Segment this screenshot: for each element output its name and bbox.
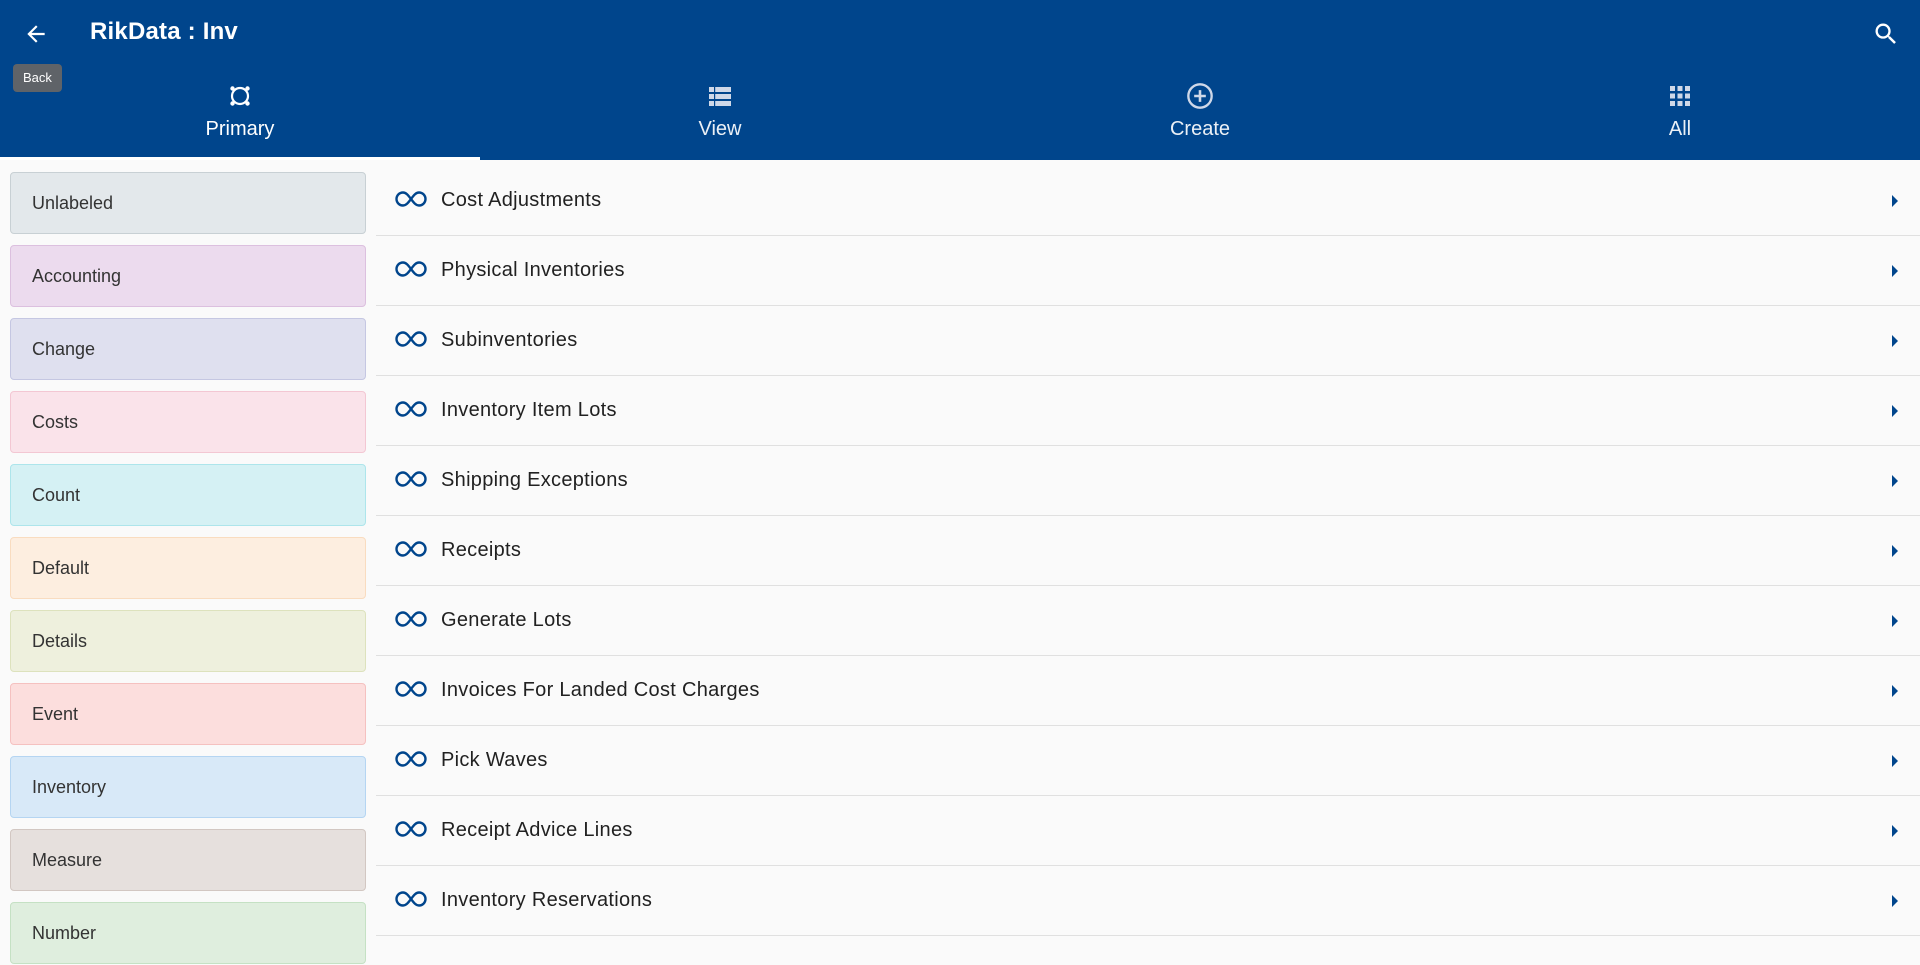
list-item-label: Receipts (441, 539, 522, 561)
list-item-label: Pick Waves (441, 749, 548, 771)
category-chip[interactable]: Change (10, 318, 366, 380)
chevron-right-icon (1892, 895, 1898, 907)
category-chip[interactable]: Unlabeled (10, 172, 366, 234)
link-icon (395, 331, 427, 347)
category-chip[interactable]: Costs (10, 391, 366, 453)
link-icon (395, 821, 427, 837)
category-chip[interactable]: Accounting (10, 245, 366, 307)
list-item-label: Shipping Exceptions (441, 469, 628, 491)
chevron-right-icon (1892, 615, 1898, 627)
category-chip[interactable]: Event (10, 683, 366, 745)
list-item[interactable]: Pick Waves (376, 726, 1920, 796)
link-icon (395, 541, 427, 557)
search-icon (1875, 23, 1896, 44)
back-button[interactable] (14, 14, 58, 54)
category-label: Change (32, 338, 96, 359)
category-chip[interactable]: Inventory (10, 756, 366, 818)
category-label: Costs (32, 411, 79, 432)
category-label: Accounting (32, 265, 122, 286)
list-item[interactable]: Receipt Advice Lines (376, 796, 1920, 866)
chevron-right-icon (1892, 685, 1898, 697)
category-label: Event (32, 703, 79, 724)
category-label: Inventory (32, 776, 107, 797)
relation-list: Cost Adjustments Physical Inventories Su… (376, 166, 1920, 936)
view-list-icon (709, 87, 731, 106)
link-icon (395, 401, 427, 417)
chevron-right-icon (1892, 195, 1898, 207)
category-sidebar: Unlabeled Accounting Change Costs Count … (0, 160, 376, 965)
link-icon (395, 261, 427, 277)
category-chip[interactable]: Default (10, 537, 366, 599)
tab-all-label: All (1668, 118, 1692, 140)
chevron-right-icon (1892, 475, 1898, 487)
list-item[interactable]: Invoices For Landed Cost Charges (376, 656, 1920, 726)
apps-grid-icon (1670, 86, 1690, 106)
list-item[interactable]: Physical Inventories (376, 236, 1920, 306)
chevron-right-icon (1892, 335, 1898, 347)
category-chip[interactable]: Measure (10, 829, 366, 891)
chevron-right-icon (1892, 755, 1898, 767)
tab-view[interactable]: View (480, 70, 960, 160)
list-item-label: Inventory Reservations (441, 889, 653, 911)
search-button[interactable] (1866, 14, 1906, 54)
link-icon (395, 681, 427, 697)
page-title: RikData : Inv (90, 18, 238, 45)
list-item[interactable]: Receipts (376, 516, 1920, 586)
list-item[interactable]: Inventory Item Lots (376, 376, 1920, 446)
tab-bar: Primary View Create All (0, 70, 1920, 160)
category-chip[interactable]: Number (10, 902, 366, 964)
arrow-left-icon (27, 25, 45, 43)
category-label: Default (32, 557, 90, 578)
category-label: Count (32, 484, 81, 505)
category-chip[interactable]: Details (10, 610, 366, 672)
app-bar: Back RikData : Inv Primary View Create A… (0, 0, 1920, 160)
list-item-label: Inventory Item Lots (441, 399, 617, 421)
add-circle-icon (1187, 83, 1213, 109)
chevron-right-icon (1892, 545, 1898, 557)
list-item-label: Physical Inventories (441, 259, 625, 281)
list-item-label: Subinventories (441, 329, 578, 351)
category-label: Measure (32, 849, 103, 870)
tab-primary[interactable]: Primary (0, 70, 480, 160)
list-item[interactable]: Generate Lots (376, 586, 1920, 656)
link-icon (395, 471, 427, 487)
chevron-right-icon (1892, 405, 1898, 417)
category-label: Unlabeled (32, 192, 114, 213)
list-item-label: Generate Lots (441, 609, 572, 631)
list-item[interactable]: Shipping Exceptions (376, 446, 1920, 516)
tab-view-label: View (698, 118, 742, 140)
tab-primary-label: Primary (205, 118, 275, 140)
category-chip[interactable]: Count (10, 464, 366, 526)
list-item-label: Invoices For Landed Cost Charges (441, 679, 760, 701)
list-item[interactable]: Subinventories (376, 306, 1920, 376)
list-item-label: Cost Adjustments (441, 189, 602, 211)
link-icon (395, 191, 427, 207)
list-item[interactable]: Cost Adjustments (376, 166, 1920, 236)
link-icon (395, 611, 427, 627)
link-icon (395, 891, 427, 907)
category-label: Details (32, 630, 88, 651)
tab-create[interactable]: Create (960, 70, 1440, 160)
link-icon (395, 751, 427, 767)
primary-icon (230, 86, 250, 106)
category-label: Number (32, 922, 97, 943)
tab-all[interactable]: All (1440, 70, 1920, 160)
chevron-right-icon (1892, 265, 1898, 277)
tab-create-label: Create (1169, 118, 1231, 140)
list-item-label: Receipt Advice Lines (441, 819, 633, 841)
chevron-right-icon (1892, 825, 1898, 837)
list-item[interactable]: Inventory Reservations (376, 866, 1920, 936)
